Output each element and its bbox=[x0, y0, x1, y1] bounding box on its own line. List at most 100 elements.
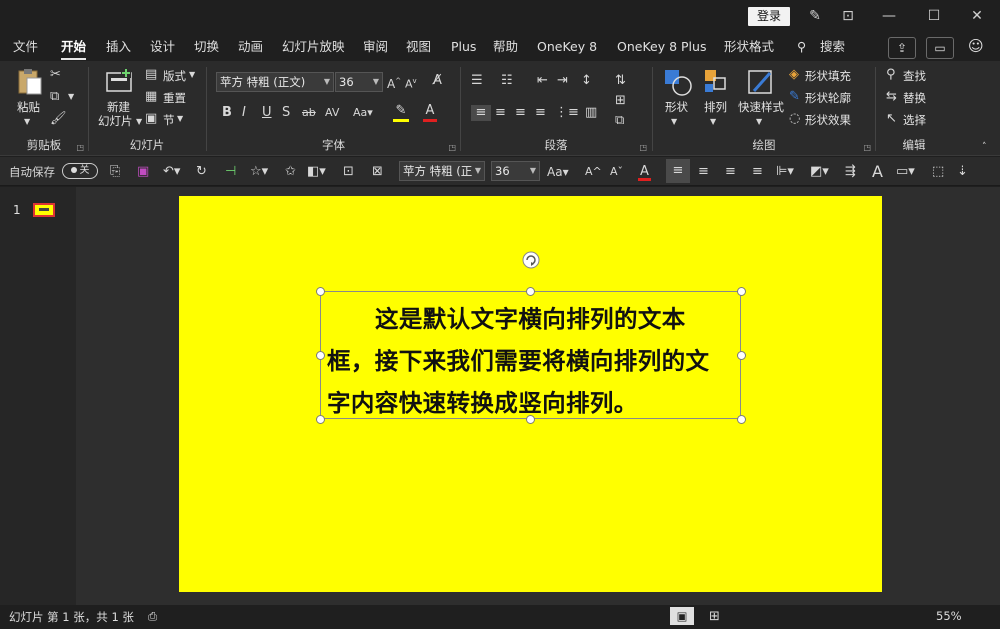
resize-handle-bottom-right[interactable] bbox=[737, 415, 746, 424]
tab-onekey8plus[interactable]: OneKey 8 Plus bbox=[617, 38, 706, 56]
shapes-icon[interactable] bbox=[661, 67, 695, 97]
decrease-indent-icon[interactable]: ⇤ bbox=[537, 73, 548, 89]
paste-label[interactable]: 粘贴 bbox=[17, 99, 40, 115]
tab-plus[interactable]: Plus bbox=[451, 38, 476, 56]
tab-file[interactable]: 文件 bbox=[13, 38, 38, 56]
tab-shape-format[interactable]: 形状格式 bbox=[724, 38, 774, 56]
arrange-icon[interactable] bbox=[699, 67, 733, 97]
font-color-icon[interactable]: A bbox=[423, 103, 437, 122]
zoom-level[interactable]: 55% bbox=[936, 609, 962, 623]
bucket-icon[interactable]: ◩▾ bbox=[810, 163, 829, 181]
layout-dropdown-icon[interactable]: ▼ bbox=[189, 67, 195, 83]
section-icon[interactable]: ▣ bbox=[145, 111, 157, 127]
reset-label[interactable]: 重置 bbox=[163, 90, 186, 106]
qat-font-size-dropdown[interactable]: 36▼ bbox=[491, 161, 540, 181]
accessibility-icon[interactable]: ⎙ bbox=[148, 609, 157, 624]
slide-thumbnail[interactable] bbox=[33, 203, 55, 217]
shadow-icon[interactable]: S bbox=[282, 105, 290, 121]
undo-icon[interactable]: ↶▾ bbox=[163, 163, 180, 181]
tab-onekey8[interactable]: OneKey 8 bbox=[537, 38, 597, 56]
layout-icon[interactable]: ▤ bbox=[145, 67, 157, 83]
login-button[interactable]: 登录 bbox=[748, 7, 790, 26]
maximize-icon[interactable]: ☐ bbox=[923, 6, 945, 26]
copy-icon[interactable]: ⧉ bbox=[50, 89, 59, 105]
indent-icon[interactable]: ⇶ bbox=[845, 163, 856, 181]
tab-help[interactable]: 帮助 bbox=[493, 38, 518, 56]
line-spacing-icon[interactable]: ↕ bbox=[581, 73, 592, 89]
italic-icon[interactable]: I bbox=[242, 105, 246, 121]
decrease-font-qat-icon[interactable]: Aˇ bbox=[610, 163, 623, 181]
tab-search[interactable]: 搜索 bbox=[820, 38, 845, 56]
align-center-icon[interactable]: ≡ bbox=[495, 105, 506, 121]
star-icon[interactable]: ✩ bbox=[285, 163, 296, 181]
replace-icon[interactable]: ⇆ bbox=[886, 89, 897, 105]
rotate-handle-icon[interactable] bbox=[521, 250, 541, 270]
numbering-icon[interactable]: ☷ bbox=[501, 73, 513, 89]
bullets-icon[interactable]: ☰ bbox=[471, 73, 483, 89]
layout-qat-icon[interactable]: ▭▾ bbox=[896, 163, 915, 181]
underline-icon[interactable]: U bbox=[262, 105, 272, 121]
justify-icon[interactable]: ≡ bbox=[535, 105, 546, 121]
distributed-icon[interactable]: ⋮≡ bbox=[555, 105, 579, 121]
arrange-dropdown-icon[interactable]: ▼ bbox=[710, 114, 716, 130]
share-button[interactable]: ⇪ bbox=[888, 37, 916, 59]
shape-effects-label[interactable]: 形状效果 bbox=[805, 112, 851, 128]
align-shapes-icon[interactable]: ⊣ bbox=[225, 163, 236, 181]
align-text-icon[interactable]: ⊞ bbox=[615, 93, 626, 109]
reset-icon[interactable]: ▦ bbox=[145, 89, 157, 105]
quick-styles-label[interactable]: 快速样式 bbox=[738, 99, 784, 115]
select-icon[interactable]: ↖ bbox=[886, 111, 897, 127]
increase-indent-icon[interactable]: ⇥ bbox=[557, 73, 568, 89]
big-a-icon[interactable]: A bbox=[872, 163, 883, 181]
tab-slideshow[interactable]: 幻灯片放映 bbox=[282, 38, 345, 56]
feedback-icon[interactable]: ☺ bbox=[968, 37, 984, 55]
tab-review[interactable]: 审阅 bbox=[363, 38, 388, 56]
new-slide-label-2[interactable]: 幻灯片 bbox=[98, 113, 133, 129]
slide-sorter-icon[interactable]: ⊞ bbox=[709, 609, 720, 624]
resize-handle-bottom-left[interactable] bbox=[316, 415, 325, 424]
minimize-icon[interactable]: — bbox=[878, 6, 900, 26]
tab-animations[interactable]: 动画 bbox=[238, 38, 263, 56]
paragraph-launcher-icon[interactable]: ◳ bbox=[639, 143, 647, 152]
align-right-icon[interactable]: ≡ bbox=[515, 105, 526, 121]
align-left-qat-icon[interactable]: ≡ bbox=[666, 159, 690, 183]
increase-font-qat-icon[interactable]: A^ bbox=[585, 163, 602, 181]
change-case-qat-icon[interactable]: Aa▾ bbox=[547, 163, 569, 181]
bold-icon[interactable]: B bbox=[222, 105, 232, 121]
resize-handle-left[interactable] bbox=[316, 351, 325, 360]
shape-outline-label[interactable]: 形状轮廓 bbox=[805, 90, 851, 106]
text-direction-icon[interactable]: ⇅ bbox=[615, 73, 626, 89]
highlight-color-icon[interactable]: ✎ bbox=[393, 103, 409, 122]
ribbon-display-icon[interactable]: ⊡ bbox=[837, 6, 859, 26]
increase-font-size-icon[interactable]: A^ bbox=[387, 73, 401, 92]
format-painter-icon[interactable]: 🖌 bbox=[50, 111, 67, 127]
qat-font-name-dropdown[interactable]: 苹方 特粗 (正▼ bbox=[399, 161, 485, 181]
tab-home[interactable]: 开始 bbox=[61, 38, 86, 56]
select-label[interactable]: 选择 bbox=[903, 112, 926, 128]
autosave-toggle[interactable]: 关 bbox=[62, 163, 98, 179]
redo-icon[interactable]: ↻ bbox=[196, 163, 207, 181]
save-as-icon[interactable]: ⎘ bbox=[110, 163, 120, 181]
comments-button[interactable]: ▭ bbox=[926, 37, 954, 59]
picture-icon[interactable]: ⊡ bbox=[343, 163, 354, 181]
resize-handle-top-right[interactable] bbox=[737, 287, 746, 296]
tab-design[interactable]: 设计 bbox=[150, 38, 175, 56]
smartart-icon[interactable]: ⧉ bbox=[615, 113, 624, 129]
find-icon[interactable]: ⚲ bbox=[886, 67, 896, 83]
strikethrough-icon[interactable]: ab bbox=[302, 105, 316, 121]
star-dropdown-icon[interactable]: ☆▾ bbox=[250, 163, 268, 181]
copy-dropdown-icon[interactable]: ▼ bbox=[68, 89, 74, 105]
select-qat-icon[interactable]: ⬚ bbox=[932, 163, 944, 181]
customize-qat-icon[interactable]: ⇣ bbox=[957, 163, 968, 181]
collapse-ribbon-icon[interactable]: ˄ bbox=[982, 139, 987, 155]
text-box-content[interactable]: 这是默认文字横向排列的文本框，接下来我们需要将横向排列的文字内容快速转换成竖向排… bbox=[327, 298, 733, 424]
section-label[interactable]: 节 bbox=[163, 112, 175, 128]
normal-view-icon[interactable]: ▣ bbox=[670, 607, 694, 625]
drawing-launcher-icon[interactable]: ◳ bbox=[863, 143, 871, 152]
shapes-qat-icon[interactable]: ◧▾ bbox=[307, 163, 326, 181]
change-case-icon[interactable]: Aa▾ bbox=[353, 105, 373, 121]
character-spacing-icon[interactable]: AV bbox=[325, 105, 339, 121]
align-center-qat-icon[interactable]: ≡ bbox=[698, 163, 709, 181]
find-label[interactable]: 查找 bbox=[903, 68, 926, 84]
shape-effects-icon[interactable]: ◌ bbox=[789, 111, 800, 127]
